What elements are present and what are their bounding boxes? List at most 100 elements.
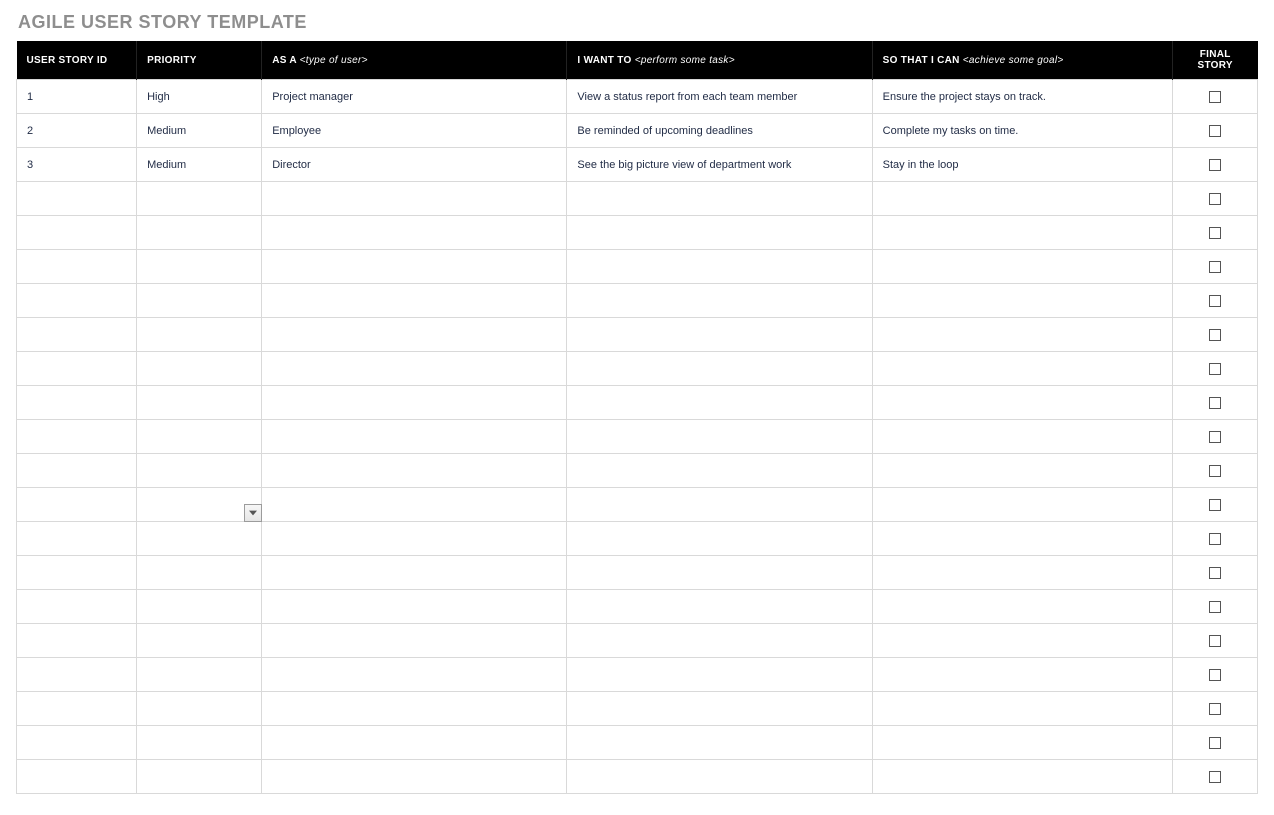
cell-so-that[interactable] — [872, 454, 1172, 488]
cell-as-a[interactable] — [262, 216, 567, 250]
cell-want[interactable] — [567, 522, 872, 556]
cell-priority[interactable] — [137, 624, 262, 658]
cell-id[interactable] — [17, 284, 137, 318]
cell-as-a[interactable] — [262, 658, 567, 692]
cell-want[interactable] — [567, 658, 872, 692]
cell-as-a[interactable] — [262, 590, 567, 624]
cell-so-that[interactable] — [872, 318, 1172, 352]
final-story-checkbox[interactable] — [1209, 533, 1221, 545]
final-story-checkbox[interactable] — [1209, 91, 1221, 103]
cell-as-a[interactable] — [262, 760, 567, 794]
cell-id[interactable] — [17, 658, 137, 692]
cell-priority[interactable] — [137, 216, 262, 250]
cell-as-a[interactable] — [262, 454, 567, 488]
final-story-checkbox[interactable] — [1209, 329, 1221, 341]
cell-want[interactable] — [567, 318, 872, 352]
cell-as-a[interactable] — [262, 420, 567, 454]
cell-as-a[interactable] — [262, 182, 567, 216]
cell-as-a[interactable] — [262, 250, 567, 284]
cell-as-a[interactable] — [262, 522, 567, 556]
cell-as-a[interactable] — [262, 726, 567, 760]
cell-priority[interactable] — [137, 420, 262, 454]
cell-so-that[interactable] — [872, 420, 1172, 454]
cell-id[interactable] — [17, 216, 137, 250]
cell-id[interactable] — [17, 454, 137, 488]
cell-priority[interactable] — [137, 590, 262, 624]
cell-so-that[interactable] — [872, 760, 1172, 794]
cell-priority[interactable] — [137, 454, 262, 488]
final-story-checkbox[interactable] — [1209, 193, 1221, 205]
cell-id[interactable]: 3 — [17, 148, 137, 182]
cell-want[interactable] — [567, 352, 872, 386]
cell-id[interactable] — [17, 488, 137, 522]
cell-want[interactable] — [567, 556, 872, 590]
final-story-checkbox[interactable] — [1209, 261, 1221, 273]
cell-want[interactable] — [567, 454, 872, 488]
cell-priority[interactable]: Medium — [137, 114, 262, 148]
cell-priority[interactable] — [137, 352, 262, 386]
final-story-checkbox[interactable] — [1209, 567, 1221, 579]
cell-priority[interactable]: Medium — [137, 148, 262, 182]
cell-id[interactable] — [17, 624, 137, 658]
cell-want[interactable] — [567, 760, 872, 794]
cell-want[interactable] — [567, 250, 872, 284]
cell-id[interactable] — [17, 386, 137, 420]
cell-want[interactable] — [567, 488, 872, 522]
cell-as-a[interactable] — [262, 352, 567, 386]
cell-want[interactable]: Be reminded of upcoming deadlines — [567, 114, 872, 148]
cell-as-a[interactable] — [262, 284, 567, 318]
final-story-checkbox[interactable] — [1209, 295, 1221, 307]
cell-so-that[interactable] — [872, 590, 1172, 624]
cell-so-that[interactable]: Complete my tasks on time. — [872, 114, 1172, 148]
cell-priority[interactable] — [137, 318, 262, 352]
cell-priority[interactable] — [137, 658, 262, 692]
cell-want[interactable] — [567, 590, 872, 624]
cell-so-that[interactable] — [872, 216, 1172, 250]
cell-id[interactable] — [17, 760, 137, 794]
cell-priority[interactable] — [137, 488, 262, 522]
final-story-checkbox[interactable] — [1209, 737, 1221, 749]
cell-so-that[interactable] — [872, 726, 1172, 760]
cell-id[interactable] — [17, 726, 137, 760]
cell-priority[interactable] — [137, 692, 262, 726]
cell-so-that[interactable] — [872, 488, 1172, 522]
cell-id[interactable]: 2 — [17, 114, 137, 148]
cell-priority[interactable] — [137, 556, 262, 590]
final-story-checkbox[interactable] — [1209, 703, 1221, 715]
cell-want[interactable]: See the big picture view of department w… — [567, 148, 872, 182]
cell-priority[interactable]: High — [137, 80, 262, 114]
cell-want[interactable] — [567, 420, 872, 454]
cell-priority[interactable] — [137, 522, 262, 556]
cell-so-that[interactable] — [872, 658, 1172, 692]
cell-id[interactable] — [17, 590, 137, 624]
cell-want[interactable]: View a status report from each team memb… — [567, 80, 872, 114]
cell-so-that[interactable] — [872, 624, 1172, 658]
cell-priority[interactable] — [137, 726, 262, 760]
cell-so-that[interactable]: Ensure the project stays on track. — [872, 80, 1172, 114]
cell-priority[interactable] — [137, 182, 262, 216]
cell-so-that[interactable] — [872, 284, 1172, 318]
final-story-checkbox[interactable] — [1209, 635, 1221, 647]
cell-so-that[interactable] — [872, 556, 1172, 590]
cell-want[interactable] — [567, 216, 872, 250]
cell-as-a[interactable]: Employee — [262, 114, 567, 148]
cell-id[interactable] — [17, 420, 137, 454]
cell-so-that[interactable] — [872, 182, 1172, 216]
cell-as-a[interactable] — [262, 318, 567, 352]
cell-priority[interactable] — [137, 284, 262, 318]
cell-so-that[interactable]: Stay in the loop — [872, 148, 1172, 182]
cell-so-that[interactable] — [872, 250, 1172, 284]
cell-want[interactable] — [567, 182, 872, 216]
cell-so-that[interactable] — [872, 692, 1172, 726]
cell-as-a[interactable] — [262, 692, 567, 726]
final-story-checkbox[interactable] — [1209, 771, 1221, 783]
final-story-checkbox[interactable] — [1209, 499, 1221, 511]
final-story-checkbox[interactable] — [1209, 125, 1221, 137]
cell-as-a[interactable] — [262, 386, 567, 420]
cell-id[interactable] — [17, 182, 137, 216]
final-story-checkbox[interactable] — [1209, 363, 1221, 375]
cell-so-that[interactable] — [872, 352, 1172, 386]
cell-priority[interactable] — [137, 386, 262, 420]
cell-as-a[interactable] — [262, 556, 567, 590]
final-story-checkbox[interactable] — [1209, 227, 1221, 239]
